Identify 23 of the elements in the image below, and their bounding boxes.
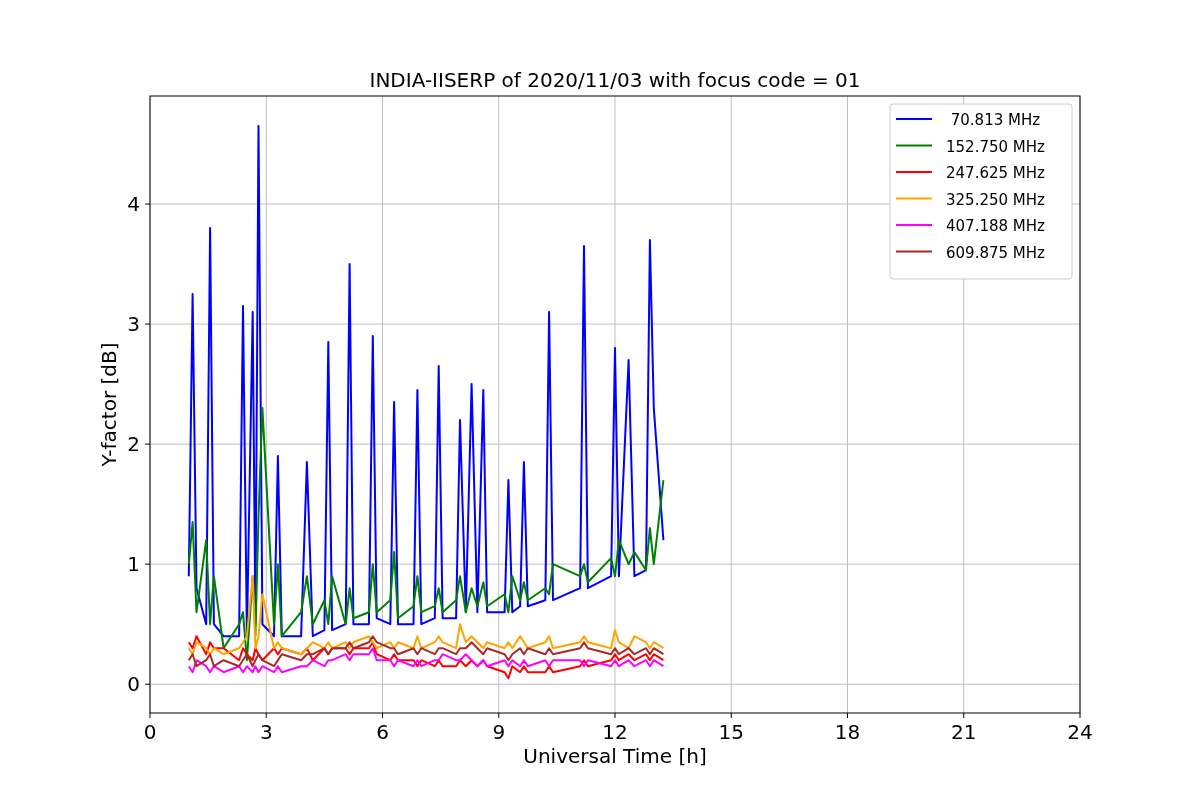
tick-label: 0 [127,672,140,697]
tick-label: 3 [259,720,273,744]
legend-label: 407.188 MHz [946,217,1045,235]
tick-label: 15 [718,720,744,744]
legend-label: 325.250 MHz [946,190,1045,209]
legend-label: 247.625 MHz [946,164,1045,182]
tick-label: 2 [127,432,140,457]
tick-label: 3 [127,312,140,337]
tick-label: 4 [127,192,140,217]
tick-label: 21 [951,720,977,744]
tick-label: 24 [1067,720,1093,744]
axis-label: Y-factor [dB] [97,342,121,467]
tick-label: 9 [492,720,506,744]
legend-label: 70.813 MHz [950,111,1041,129]
tick-label: 12 [602,720,628,744]
legend-label: 609.875 MHz [946,243,1045,262]
tick-label: 0 [143,720,157,744]
tick-label: 6 [376,720,389,744]
tick-label: 1 [127,552,140,577]
axis-label: Universal Time [h] [523,744,707,768]
legend-label: 152.750 MHz [946,137,1045,156]
chart-title: INDIA-IISERP of 2020/11/03 with focus code = 01 [369,68,861,92]
tick-label: 18 [834,720,861,744]
